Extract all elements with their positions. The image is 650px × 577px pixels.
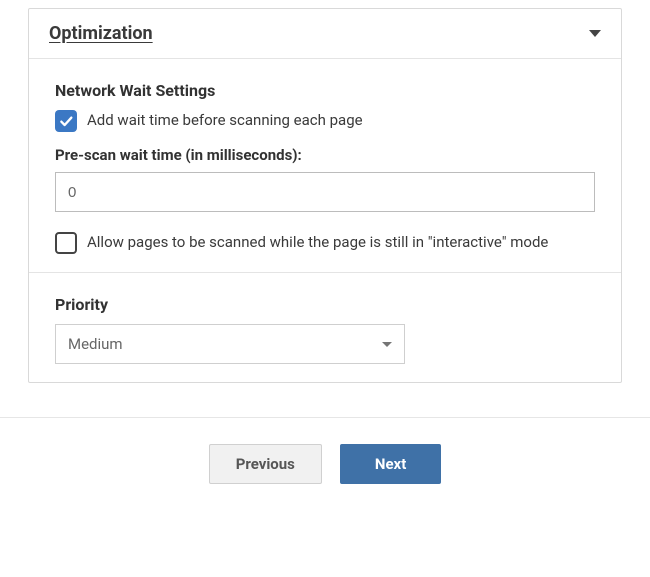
- card-title: Optimization: [49, 23, 153, 44]
- allow-interactive-row: Allow pages to be scanned while the page…: [55, 232, 595, 254]
- network-section: Network Wait Settings Add wait time befo…: [29, 59, 621, 272]
- prescan-input[interactable]: [55, 172, 595, 212]
- prescan-input-wrap: [55, 172, 595, 212]
- card-header[interactable]: Optimization: [29, 9, 621, 59]
- network-heading: Network Wait Settings: [55, 81, 595, 100]
- add-wait-checkbox[interactable]: [55, 110, 77, 132]
- priority-heading: Priority: [55, 295, 595, 314]
- optimization-card: Optimization Network Wait Settings Add w…: [28, 8, 622, 383]
- allow-interactive-checkbox[interactable]: [55, 232, 77, 254]
- priority-section: Priority Medium: [29, 272, 621, 382]
- previous-button[interactable]: Previous: [209, 444, 322, 484]
- prescan-label: Pre-scan wait time (in milliseconds):: [55, 146, 595, 164]
- allow-interactive-label: Allow pages to be scanned while the page…: [87, 232, 548, 252]
- priority-select-wrap: Medium: [55, 324, 405, 364]
- priority-select[interactable]: Medium: [55, 324, 405, 364]
- priority-value: Medium: [68, 335, 123, 353]
- collapse-caret-icon: [589, 30, 601, 37]
- add-wait-row: Add wait time before scanning each page: [55, 110, 595, 132]
- checkmark-icon: [58, 113, 74, 129]
- next-button[interactable]: Next: [340, 444, 441, 484]
- chevron-down-icon: [382, 342, 392, 347]
- add-wait-label: Add wait time before scanning each page: [87, 110, 363, 130]
- footer: Previous Next: [0, 418, 650, 506]
